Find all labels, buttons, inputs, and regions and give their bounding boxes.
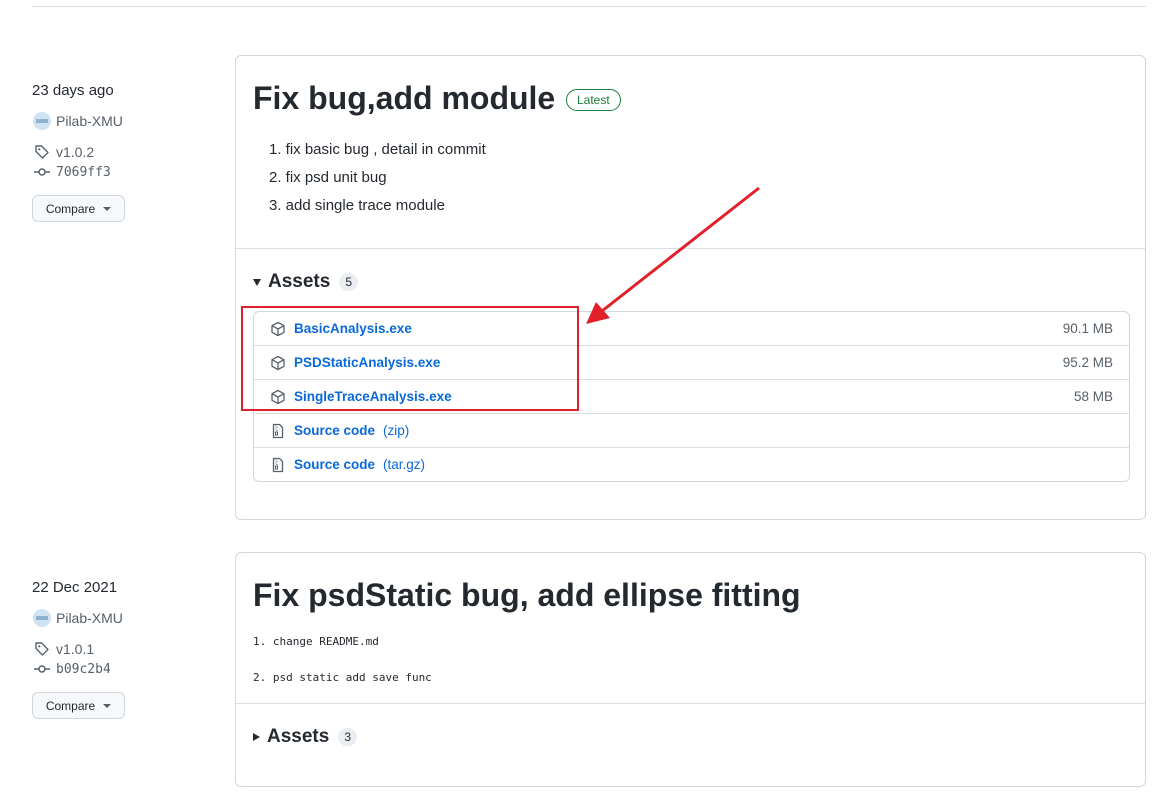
assets-toggle[interactable]: Assets 3 — [253, 726, 358, 748]
tag-name[interactable]: v1.0.2 — [56, 144, 94, 160]
assets-counter: 5 — [339, 273, 359, 291]
release-note: 1. change README.md — [253, 635, 379, 648]
commit-icon — [32, 659, 52, 679]
tag-icon — [32, 142, 52, 162]
release-tag[interactable]: v1.0.1 — [32, 639, 125, 659]
compare-label: Compare — [45, 201, 96, 216]
avatar — [33, 609, 51, 627]
asset-size: 90.1 MB — [1062, 321, 1113, 336]
triangle-right-icon — [253, 733, 260, 741]
commit-icon — [32, 162, 52, 182]
latest-badge: Latest — [566, 89, 621, 111]
compare-button[interactable]: Compare — [32, 195, 125, 222]
assets-label: Assets — [268, 271, 331, 292]
release-tag[interactable]: v1.0.2 — [32, 142, 125, 162]
tag-name[interactable]: v1.0.1 — [56, 641, 94, 657]
top-divider — [32, 6, 1146, 7]
release-card: Fix psdStatic bug, add ellipse fitting 1… — [235, 552, 1146, 787]
assets-counter: 3 — [338, 728, 358, 746]
release-date: 23 days ago — [32, 82, 114, 99]
tag-icon — [32, 639, 52, 659]
asset-link[interactable]: Source code — [294, 457, 375, 472]
release-note: 2. psd static add save func — [253, 671, 432, 684]
asset-size: 58 MB — [1073, 389, 1113, 404]
asset-size: 95.2 MB — [1062, 355, 1113, 370]
card-divider — [236, 703, 1145, 704]
release-notes: 1. fix basic bug , detail in commit 2. f… — [269, 136, 486, 220]
release-author[interactable]: Pilab-XMU — [32, 111, 125, 131]
file-zip-icon — [268, 455, 288, 475]
release-title[interactable]: Fix psdStatic bug, add ellipse fitting — [253, 577, 801, 614]
assets-toggle[interactable]: Assets 5 — [253, 271, 359, 293]
asset-link[interactable]: Source code — [294, 423, 375, 438]
compare-button[interactable]: Compare — [32, 692, 125, 719]
release-date: 22 Dec 2021 — [32, 579, 118, 596]
asset-row[interactable]: Source code (tar.gz) — [254, 447, 1129, 481]
release-note: 2. fix psd unit bug — [269, 169, 387, 186]
card-divider — [236, 248, 1145, 249]
release-note: 1. fix basic bug , detail in commit — [269, 141, 486, 158]
release-card: Fix bug,add module Latest 1. fix basic b… — [235, 55, 1146, 520]
asset-row[interactable]: Source code (zip) — [254, 413, 1129, 447]
avatar — [33, 112, 51, 130]
chevron-down-icon — [103, 206, 112, 211]
release-note: 3. add single trace module — [269, 197, 445, 214]
release-title[interactable]: Fix bug,add module — [253, 80, 555, 117]
compare-label: Compare — [45, 698, 96, 713]
author-name[interactable]: Pilab-XMU — [56, 113, 123, 129]
annotation-highlight-box — [241, 306, 579, 411]
file-zip-icon — [268, 421, 288, 441]
asset-format[interactable]: (tar.gz) — [383, 457, 425, 472]
commit-sha[interactable]: 7069ff3 — [56, 165, 111, 180]
chevron-down-icon — [103, 703, 112, 708]
release-commit[interactable]: b09c2b4 — [32, 659, 125, 679]
author-name[interactable]: Pilab-XMU — [56, 610, 123, 626]
release-author[interactable]: Pilab-XMU — [32, 608, 125, 628]
release-meta: 23 days ago Pilab-XMU v1.0.2 7069ff3 Com… — [32, 80, 125, 222]
release-meta: 22 Dec 2021 Pilab-XMU v1.0.1 b09c2b4 Com… — [32, 577, 125, 719]
asset-format[interactable]: (zip) — [383, 423, 409, 438]
assets-label: Assets — [267, 726, 330, 747]
triangle-down-icon — [253, 278, 261, 286]
release-commit[interactable]: 7069ff3 — [32, 162, 125, 182]
commit-sha[interactable]: b09c2b4 — [56, 662, 111, 677]
